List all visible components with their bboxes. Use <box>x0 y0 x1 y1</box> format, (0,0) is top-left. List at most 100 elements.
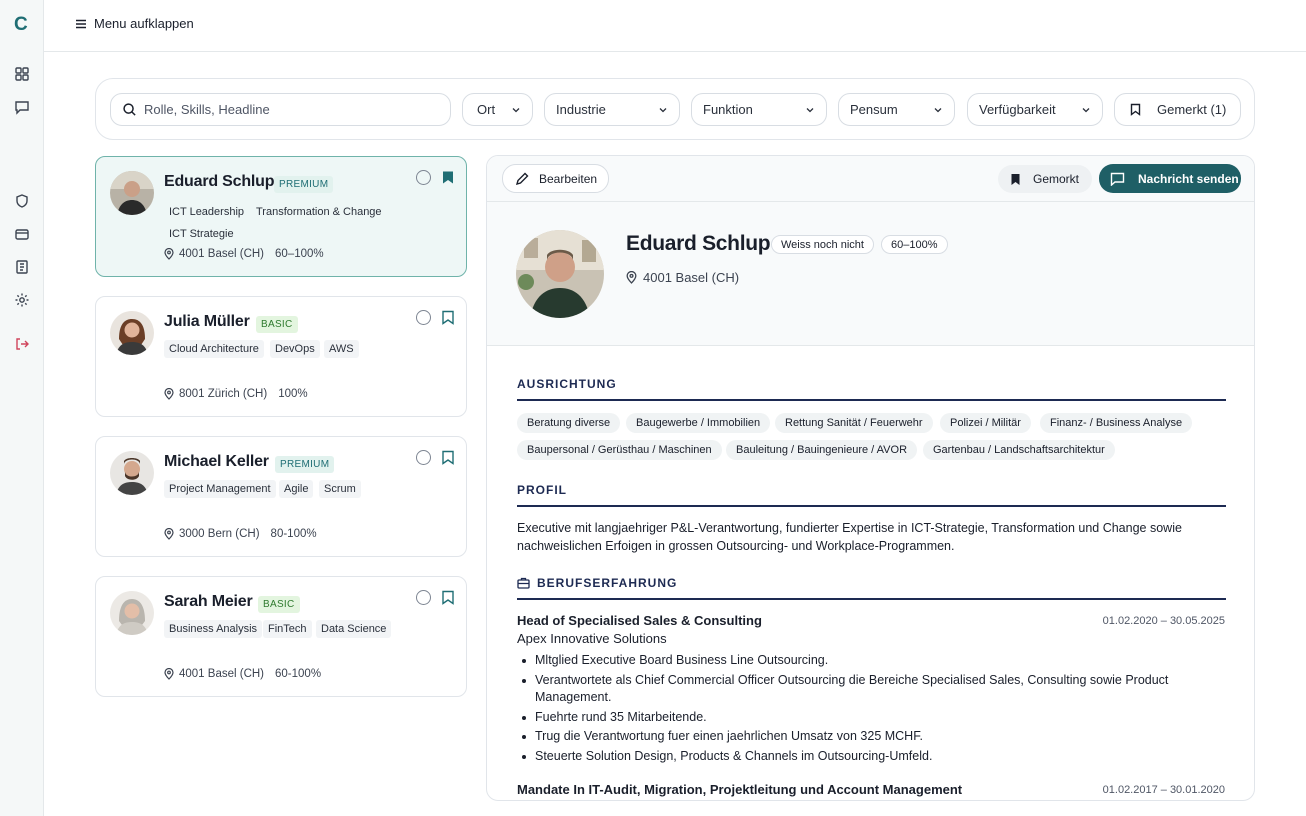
pensum-text: 100% <box>278 388 308 400</box>
tier-badge: PREMIUM <box>275 456 335 473</box>
job-dates: 01.02.2017 – 30.01.2020 <box>1102 784 1225 796</box>
invoice-icon[interactable] <box>14 259 30 275</box>
filter-funktion[interactable]: Funktion <box>691 93 827 126</box>
filter-ort[interactable]: Ort <box>462 93 533 126</box>
select-radio[interactable] <box>416 450 431 465</box>
section-profil: PROFIL <box>517 483 1226 507</box>
bookmark-icon[interactable] <box>441 590 455 605</box>
skill-tag: ICT Leadership <box>169 206 245 218</box>
candidate-card[interactable]: Sarah Meier BASIC Business Analysis FinT… <box>95 576 467 697</box>
filter-bar: Rolle, Skills, Headline Ort Industrie Fu… <box>95 78 1255 140</box>
orientation-tag: Baupersonal / Gerüsthau / Maschinen <box>517 440 722 460</box>
section-berufserfahrung-label: BERUFSERFAHRUNG <box>537 576 678 590</box>
saved-filter-button[interactable]: Gemerkt (1) <box>1114 93 1241 126</box>
sidebar: C <box>0 0 44 816</box>
section-berufserfahrung: BERUFSERFAHRUNG <box>517 576 1226 600</box>
orientation-tag: Baugewerbe / Immobilien <box>626 413 771 433</box>
search-placeholder: Rolle, Skills, Headline <box>144 102 270 117</box>
candidate-location: 8001 Zürich (CH) 100% <box>164 388 308 400</box>
briefcase-icon <box>517 577 530 589</box>
skill-tag: Project Management <box>164 480 276 498</box>
candidate-card[interactable]: Michael Keller PREMIUM Project Managemen… <box>95 436 467 557</box>
bookmark-icon[interactable] <box>441 310 455 325</box>
send-message-button[interactable]: Nachricht senden <box>1099 164 1241 193</box>
header-divider <box>487 201 1254 202</box>
skill-tag: DevOps <box>270 340 320 358</box>
job-bullet: Fuehrte rund 35 Mitarbeitende. <box>522 709 1225 726</box>
section-ausrichtung: AUSRICHTUNG <box>517 377 1226 401</box>
dashboard-icon[interactable] <box>14 66 30 82</box>
bookmark-icon[interactable] <box>441 450 455 465</box>
avatar <box>110 451 154 495</box>
filter-ort-label: Ort <box>477 102 496 117</box>
menu-toggle-button[interactable]: Menu aufklappen <box>74 16 194 31</box>
skill-tag: FinTech <box>263 620 312 638</box>
chevron-down-icon <box>806 108 814 113</box>
profile-name: Eduard Schlup <box>626 232 771 255</box>
select-radio[interactable] <box>416 590 431 605</box>
bookmark-icon <box>1130 103 1141 116</box>
chevron-down-icon <box>659 108 667 113</box>
location-pin-icon <box>164 388 174 400</box>
filter-verfuegbarkeit-label: Verfügbarkeit <box>979 102 1056 117</box>
avatar <box>110 171 154 215</box>
skill-tag: Cloud Architecture <box>164 340 264 358</box>
tier-badge: BASIC <box>256 316 298 333</box>
chevron-down-icon <box>512 108 520 113</box>
availability-chip: Weiss noch nicht <box>771 235 874 254</box>
logout-icon[interactable] <box>14 336 30 352</box>
edit-button[interactable]: Bearbeiten <box>502 164 609 193</box>
filter-verfuegbarkeit[interactable]: Verfügbarkeit <box>967 93 1103 126</box>
menu-toggle-label: Menu aufklappen <box>94 16 194 31</box>
search-icon <box>123 103 136 116</box>
candidate-name: Julia Müller <box>164 313 250 330</box>
job-bullet: Verantwortete als Chief Commercial Offic… <box>522 672 1225 706</box>
send-message-label: Nachricht senden <box>1138 171 1239 186</box>
candidate-card[interactable]: Eduard Schlup PREMIUM ICT Leadership Tra… <box>95 156 467 277</box>
filter-funktion-label: Funktion <box>703 102 753 117</box>
select-radio[interactable] <box>416 170 431 185</box>
candidate-location: 4001 Basel (CH) 60-100% <box>164 668 321 680</box>
candidate-location: 4001 Basel (CH) 60–100% <box>164 248 324 260</box>
skill-tag: Business Analysis <box>164 620 263 638</box>
profile-avatar <box>516 230 604 318</box>
location-text: 8001 Zürich (CH) <box>179 388 268 400</box>
avatar <box>110 311 154 355</box>
location-pin-icon <box>164 248 174 260</box>
location-pin-icon <box>164 528 174 540</box>
select-radio[interactable] <box>416 310 431 325</box>
skill-tag: Scrum <box>319 480 361 498</box>
skill-tag: Data Science <box>316 620 392 638</box>
pencil-icon <box>515 172 529 185</box>
skill-tag: ICT Strategie <box>169 228 234 240</box>
saved-filter-label: Gemerkt (1) <box>1157 102 1227 117</box>
gear-icon[interactable] <box>14 292 30 308</box>
location-text: 3000 Bern (CH) <box>179 528 260 540</box>
chat-icon[interactable] <box>14 99 30 115</box>
bookmark-filled-icon[interactable] <box>441 170 455 185</box>
candidate-detail-panel: Bearbeiten Gemorkt Nachricht senden Edua… <box>486 155 1255 801</box>
job-title: Head of Specialised Sales & Consulting <box>517 613 762 628</box>
job-bullet: Steuerte Solution Design, Products & Cha… <box>522 748 1225 765</box>
search-input[interactable]: Rolle, Skills, Headline <box>110 93 451 126</box>
job-bullet: Mltglied Executive Board Business Line O… <box>522 652 1225 669</box>
profile-summary: Executive mit langjaehriger P&L-Verantwo… <box>517 521 1182 553</box>
location-pin-icon <box>164 668 174 680</box>
orientation-tag: Bauleitung / Bauingenieure / AVOR <box>726 440 918 460</box>
orientation-tag: Gartenbau / Landschaftsarchitektur <box>923 440 1115 460</box>
candidate-name: Eduard Schlup <box>164 173 275 190</box>
filter-industrie[interactable]: Industrie <box>544 93 680 126</box>
chevron-down-icon <box>934 108 942 113</box>
candidate-card[interactable]: Julia Müller BASIC Cloud Architecture De… <box>95 296 467 417</box>
orientation-tag: Finanz- / Business Analyse <box>1040 413 1193 433</box>
tier-badge: BASIC <box>258 596 300 613</box>
card-icon[interactable] <box>14 226 30 242</box>
location-text: 4001 Basel (CH) <box>179 668 265 680</box>
pensum-text: 60–100% <box>275 248 324 260</box>
filter-industrie-label: Industrie <box>556 102 606 117</box>
shield-icon[interactable] <box>14 193 30 209</box>
filter-pensum[interactable]: Pensum <box>838 93 955 126</box>
edit-label: Bearbeiten <box>539 171 598 186</box>
saved-button[interactable]: Gemorkt <box>998 165 1092 193</box>
app-logo[interactable]: C <box>14 14 28 36</box>
